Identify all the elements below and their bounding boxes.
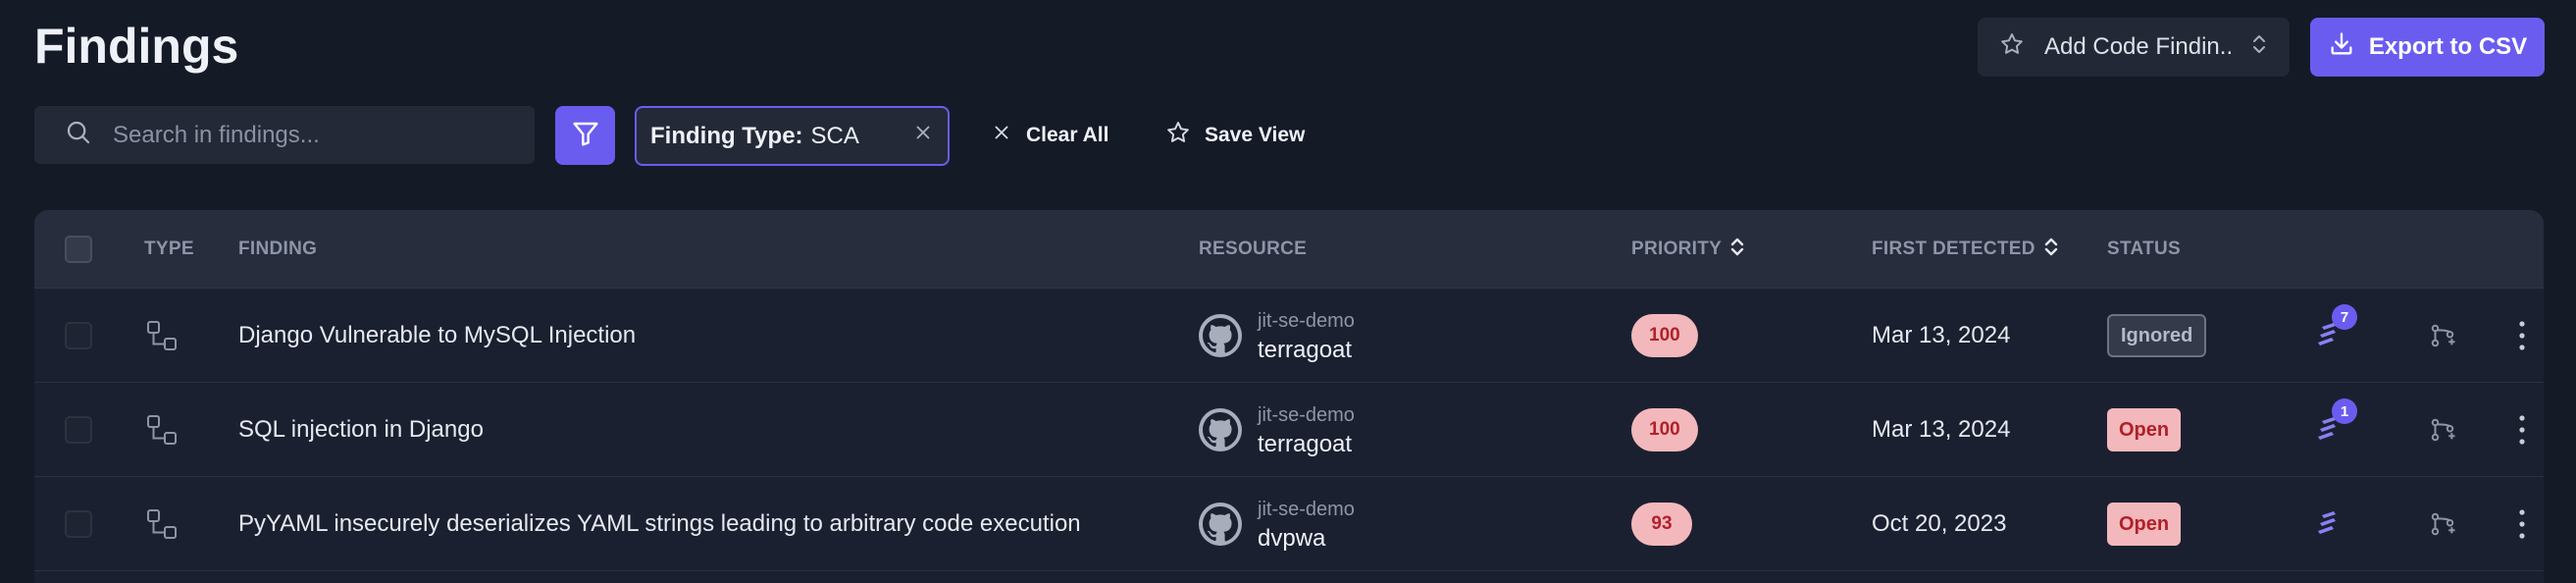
resource-repo[interactable]: jit-se-demo dvpwa — [1199, 495, 1355, 554]
clear-all-label: Clear All — [1026, 124, 1109, 146]
status-badge[interactable]: Ignored — [2107, 314, 2207, 357]
priority-badge: 93 — [1631, 503, 1692, 546]
resource-repo-name: terragoat — [1258, 431, 1353, 457]
jit-ai-icon — [2310, 417, 2349, 453]
table-row[interactable]: PyYAML insecurely deserializes YAML stri… — [34, 477, 2544, 571]
row-checkbox[interactable] — [65, 322, 92, 349]
column-type: TYPE — [144, 238, 194, 259]
first-detected-date: Oct 20, 2023 — [1872, 510, 2007, 537]
column-finding: FINDING — [238, 238, 318, 259]
filter-button[interactable] — [555, 106, 615, 165]
findings-table: TYPE FINDING RESOURCE PRIORITY FIRST DET… — [34, 210, 2544, 583]
priority-badge: 100 — [1631, 408, 1698, 451]
table-row[interactable]: Django Vulnerable to MySQL Injection jit… — [34, 289, 2544, 383]
sort-icon — [1729, 235, 1745, 264]
finding-title[interactable]: PyYAML insecurely deserializes YAML stri… — [238, 477, 1081, 571]
ai-count-badge: 1 — [2332, 398, 2357, 424]
row-checkbox[interactable] — [65, 416, 92, 444]
column-first-detected: FIRST DETECTED — [1872, 238, 2035, 259]
download-icon — [2328, 30, 2355, 65]
finding-title[interactable]: Django Vulnerable to MySQL Injection — [238, 289, 636, 383]
select-all-checkbox[interactable] — [65, 236, 92, 263]
priority-badge: 100 — [1631, 314, 1698, 357]
column-resource: RESOURCE — [1199, 238, 1308, 259]
table-row[interactable]: SQL injection in Django jit-se-demo terr… — [34, 383, 2544, 477]
column-priority: PRIORITY — [1631, 238, 1723, 259]
status-badge[interactable]: Open — [2107, 408, 2182, 451]
resource-org: jit-se-demo — [1258, 310, 1355, 332]
search-box[interactable] — [34, 106, 535, 164]
page-title: Findings — [34, 19, 239, 74]
resource-org: jit-se-demo — [1258, 404, 1355, 426]
search-icon — [64, 118, 93, 152]
git-pr-icon[interactable] — [2428, 477, 2457, 571]
jit-ai-icon — [2310, 323, 2349, 359]
table-header: TYPE FINDING RESOURCE PRIORITY FIRST DET… — [34, 210, 2544, 289]
git-pr-icon[interactable] — [2428, 289, 2457, 383]
resource-repo[interactable]: jit-se-demo terragoat — [1199, 400, 1355, 459]
add-code-finding-label: Add Code Findin... — [2044, 33, 2231, 60]
export-csv-label: Export to CSV — [2368, 33, 2528, 60]
kebab-menu-icon[interactable] — [2517, 477, 2527, 571]
ai-count-badge: 7 — [2332, 304, 2357, 330]
add-code-finding-dropdown[interactable]: Add Code Findin... — [1978, 18, 2290, 77]
resource-repo-name: terragoat — [1258, 337, 1353, 363]
save-view-label: Save View — [1205, 124, 1306, 146]
resource-repo[interactable]: jit-se-demo terragoat — [1199, 306, 1355, 365]
select-all-cell — [65, 210, 92, 289]
sort-caret-icon — [2250, 32, 2268, 63]
jit-ai-button[interactable] — [2310, 504, 2349, 544]
resource-repo-name: dvpwa — [1258, 525, 1326, 552]
jit-ai-button[interactable]: 1 — [2310, 398, 2357, 453]
close-icon[interactable] — [912, 122, 934, 150]
sca-dependency-icon — [145, 477, 179, 571]
export-csv-button[interactable]: Export to CSV — [2310, 18, 2545, 77]
column-status: STATUS — [2107, 238, 2181, 259]
finding-type-filter-chip[interactable]: Finding Type: SCA — [635, 106, 950, 166]
github-icon — [1199, 314, 1242, 357]
row-checkbox[interactable] — [65, 510, 92, 538]
github-icon — [1199, 503, 1242, 546]
column-first-detected-sort[interactable]: FIRST DETECTED — [1872, 210, 2059, 289]
star-icon — [1999, 31, 2025, 64]
git-pr-icon[interactable] — [2428, 383, 2457, 477]
clear-all-button[interactable]: Clear All — [991, 118, 1108, 153]
first-detected-date: Mar 13, 2024 — [1872, 416, 2011, 443]
search-input[interactable] — [113, 121, 505, 149]
filter-icon — [570, 118, 601, 154]
status-badge[interactable]: Open — [2107, 503, 2182, 546]
sort-icon — [2043, 235, 2059, 264]
github-icon — [1199, 408, 1242, 451]
column-priority-sort[interactable]: PRIORITY — [1631, 210, 1745, 289]
filter-chip-key: Finding Type: — [650, 122, 803, 149]
close-icon — [991, 122, 1012, 149]
star-icon — [1165, 120, 1191, 151]
kebab-menu-icon[interactable] — [2517, 289, 2527, 383]
filter-chip-value: SCA — [810, 122, 859, 149]
finding-title[interactable]: SQL injection in Django — [238, 383, 484, 477]
sca-dependency-icon — [145, 289, 179, 383]
first-detected-date: Mar 13, 2024 — [1872, 322, 2011, 348]
resource-org: jit-se-demo — [1258, 499, 1355, 520]
jit-ai-icon — [2310, 511, 2349, 548]
save-view-button[interactable]: Save View — [1165, 118, 1305, 153]
kebab-menu-icon[interactable] — [2517, 383, 2527, 477]
sca-dependency-icon — [145, 383, 179, 477]
jit-ai-button[interactable]: 7 — [2310, 304, 2357, 355]
